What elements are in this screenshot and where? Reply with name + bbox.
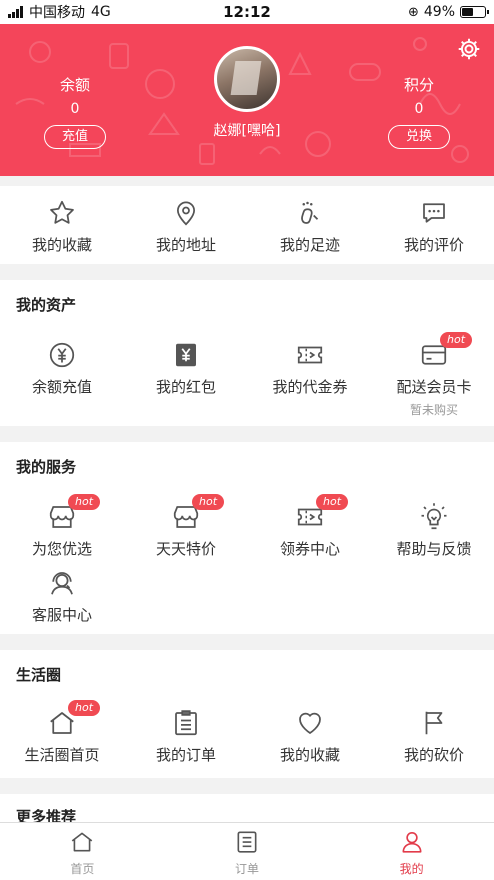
asset-red-packet[interactable]: 我的红包: [124, 340, 248, 397]
asset-voucher[interactable]: 我的代金券: [248, 340, 372, 397]
balance-label: 余额: [59, 76, 90, 94]
points-label: 积分: [403, 76, 434, 94]
asset-label: 我的代金券: [272, 378, 348, 396]
life-section: 生活圈 hot 生活圈首页 我的订单 我的收藏 我的砍价: [0, 650, 494, 778]
hot-badge: hot: [192, 494, 225, 510]
tab-label: 我的: [399, 862, 424, 876]
life-label: 生活圈首页: [24, 746, 100, 764]
hot-badge: hot: [68, 700, 101, 716]
tab-label: 订单: [235, 862, 260, 876]
order-icon: [237, 831, 257, 853]
service-help-feedback[interactable]: 帮助与反馈: [372, 502, 494, 559]
quick-link-reviews[interactable]: 我的评价: [372, 198, 494, 255]
tab-orders[interactable]: 订单: [165, 823, 330, 880]
flag-icon: [425, 711, 443, 735]
service-label: 天天特价: [155, 540, 216, 558]
life-label: 我的砍价: [403, 746, 464, 764]
network-label: 4G: [91, 4, 111, 20]
hot-badge: hot: [68, 494, 101, 510]
star-icon: [50, 200, 74, 224]
avatar[interactable]: [214, 46, 280, 112]
profile-header: 余额 0 充值 赵娜[嘿哈] 积分 0 兑换: [0, 24, 494, 176]
quick-link-label: 我的地址: [155, 236, 216, 254]
red-packet-icon: [176, 343, 196, 367]
voucher-icon: [297, 346, 323, 364]
service-label: 为您优选: [31, 540, 92, 558]
home-icon: [72, 832, 93, 852]
comment-icon: [423, 203, 445, 223]
tab-label: 首页: [70, 862, 95, 876]
points-value: 0: [414, 101, 424, 117]
life-bargain[interactable]: 我的砍价: [372, 708, 494, 765]
services-title: 我的服务: [16, 458, 77, 476]
footprint-icon: [301, 201, 319, 224]
tab-home[interactable]: 首页: [0, 823, 165, 880]
settings-gear-icon[interactable]: [456, 36, 482, 62]
battery-percent: 49%: [423, 4, 455, 20]
balance-value: 0: [70, 101, 80, 117]
quick-link-label: 我的足迹: [279, 236, 340, 254]
quick-link-label: 我的评价: [403, 236, 464, 254]
service-coupon-center[interactable]: hot 领券中心: [248, 494, 372, 559]
member-card-status: 暂未购买: [409, 403, 458, 417]
life-favorites[interactable]: 我的收藏: [248, 708, 372, 765]
quick-link-footprints[interactable]: 我的足迹: [248, 198, 372, 255]
user-icon: [402, 831, 422, 853]
signal-icon: [8, 6, 23, 18]
heart-icon: [299, 712, 321, 735]
quick-link-favorites[interactable]: 我的收藏: [0, 198, 124, 255]
list-icon: [175, 710, 197, 736]
quick-link-label: 我的收藏: [31, 236, 92, 254]
hot-badge: hot: [440, 332, 473, 348]
life-label: 我的订单: [155, 746, 216, 764]
location-icon: [176, 201, 196, 226]
services-section: 我的服务 hot 为您优选 hot 天天特价 hot 领券中心 帮助与反馈 客服…: [0, 442, 494, 634]
bottom-tab-bar: 首页 订单 我的: [0, 822, 494, 880]
redeem-button[interactable]: 兑换: [388, 125, 450, 149]
points-block: 积分 0 兑换: [372, 74, 466, 149]
service-label: 客服中心: [31, 606, 92, 624]
asset-label: 我的红包: [155, 378, 216, 396]
yen-coin-icon: [49, 342, 75, 368]
service-label: 领券中心: [279, 540, 340, 558]
life-label: 我的收藏: [279, 746, 340, 764]
battery-icon: [460, 6, 489, 18]
hot-badge: hot: [316, 494, 349, 510]
quick-links-section: 我的收藏 我的地址 我的足迹 我的评价: [0, 186, 494, 264]
service-label: 帮助与反馈: [396, 540, 472, 558]
life-home[interactable]: hot 生活圈首页: [0, 700, 124, 765]
rotation-lock-icon: ⊕: [407, 4, 419, 20]
assets-section: 我的资产 余额充值 我的红包 我的代金券 hot 配送会员卡 暂未购买: [0, 280, 494, 426]
service-recommended[interactable]: hot 为您优选: [0, 494, 124, 559]
asset-balance-recharge[interactable]: 余额充值: [0, 340, 124, 397]
lightbulb-icon: [421, 503, 447, 530]
status-bar: 中国移动 4G 12:12 ⊕ 49%: [0, 0, 494, 24]
asset-label: 配送会员卡: [396, 378, 472, 396]
asset-delivery-member-card[interactable]: hot 配送会员卡 暂未购买: [372, 332, 494, 418]
headset-icon: [51, 572, 73, 595]
service-daily-deals[interactable]: hot 天天特价: [124, 494, 248, 559]
service-customer-support[interactable]: 客服中心: [0, 568, 124, 625]
life-title: 生活圈: [16, 666, 62, 684]
assets-title: 我的资产: [16, 296, 77, 314]
asset-label: 余额充值: [31, 378, 92, 396]
life-orders[interactable]: 我的订单: [124, 708, 248, 765]
quick-link-address[interactable]: 我的地址: [124, 198, 248, 255]
carrier-label: 中国移动: [29, 5, 85, 21]
tab-mine[interactable]: 我的: [329, 823, 494, 880]
